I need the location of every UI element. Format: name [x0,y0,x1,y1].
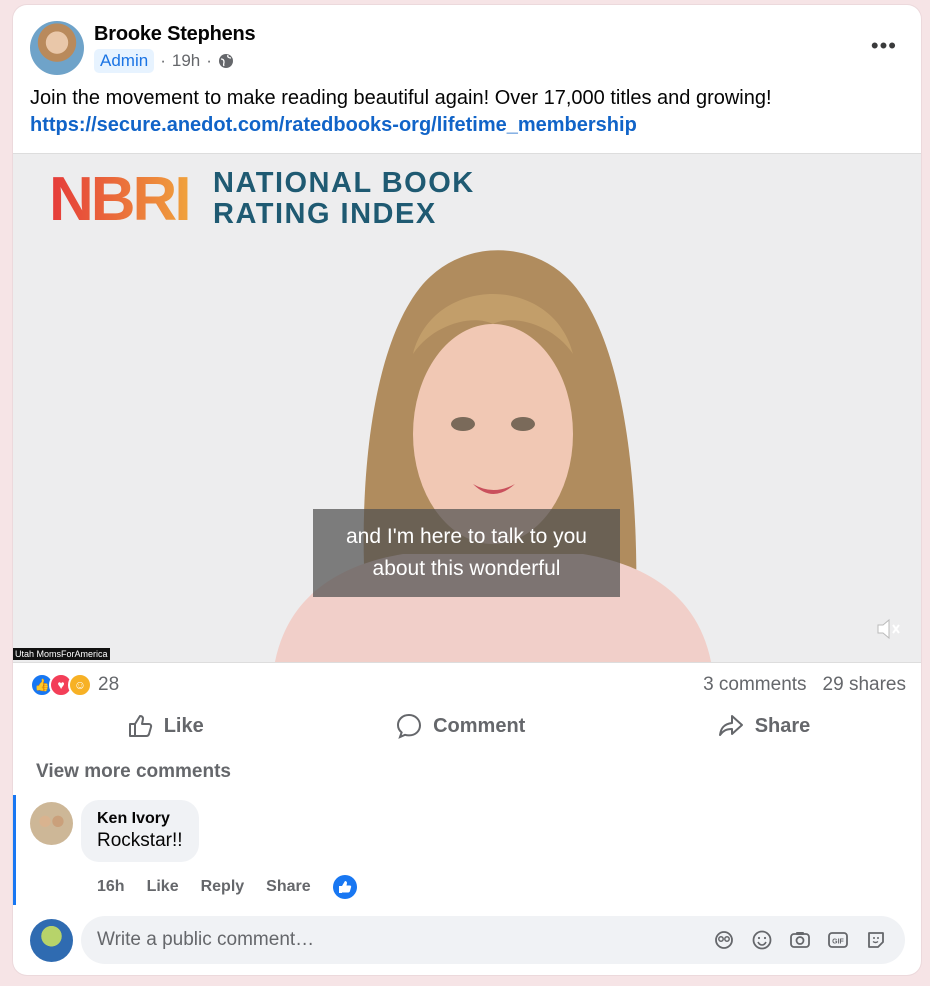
post-caption: Join the movement to make reading beauti… [30,85,900,139]
camera-icon[interactable] [787,927,813,953]
speaker-image [275,250,711,662]
subtitle-line-2: about this wonderful [372,557,561,580]
comment-input-box[interactable]: GIF [81,916,905,964]
reactions-row: 👍 ♥ ☺ 28 3 comments 29 shares [30,671,906,699]
avatar-sticker-icon[interactable] [711,927,737,953]
post-time[interactable]: 19h [172,51,200,71]
like-label: Like [163,714,204,737]
comment-text: Rockstar!! [97,830,183,851]
like-button[interactable]: Like [86,708,244,744]
logo-line-2: RATING INDEX [213,198,437,230]
share-button[interactable]: Share [677,708,851,744]
separator-dot: · [206,51,212,70]
reactions-count: 28 [98,674,120,695]
comment-time[interactable]: 16h [97,878,125,896]
comment-bubble: Ken Ivory Rockstar!! [81,800,199,862]
video-watermark: Utah MomsForAmerica [13,648,110,660]
comment-highlight-bar [13,795,16,905]
thumbs-up-icon [128,715,152,737]
comment-like-reaction-icon[interactable] [332,875,357,899]
commenter-avatar[interactable] [30,802,73,845]
emoji-icon[interactable] [749,927,775,953]
post-card: Brooke Stephens Admin · 19h · ••• Join t… [13,5,921,975]
caption-link[interactable]: https://secure.anedot.com/ratedbooks-org… [30,114,637,136]
comment-bubble-icon [397,713,422,739]
current-user-avatar[interactable] [30,919,73,962]
mute-icon[interactable] [873,614,903,644]
more-options-icon[interactable]: ••• [871,33,897,59]
video-subtitle: and I'm here to talk to you about this w… [313,509,620,597]
sticker-icon[interactable] [863,927,889,953]
comment-button[interactable]: Comment [355,708,565,744]
share-label: Share [754,714,811,737]
engagement-counts: 3 comments 29 shares [703,674,906,696]
nbri-logo: NBRI [49,165,192,234]
comment-actions: 16h Like Reply Share [97,875,357,899]
video-player[interactable]: NBRI NATIONAL BOOK RATING INDEX and I'm … [13,153,921,663]
view-more-comments[interactable]: View more comments [36,761,231,783]
post-meta: Admin · 19h · [94,49,234,73]
logo-line-1: NATIONAL BOOK [213,167,475,199]
caption-text: Join the movement to make reading beauti… [30,87,772,109]
gif-icon[interactable]: GIF [825,927,851,953]
nbri-logo-text: NATIONAL BOOK RATING INDEX [213,168,475,230]
comment-share-button[interactable]: Share [266,878,310,896]
reaction-summary[interactable]: 👍 ♥ ☺ 28 [30,673,119,697]
reaction-icon-stack: 👍 ♥ ☺ [30,673,92,697]
author-avatar[interactable] [30,21,84,75]
comment-input[interactable] [97,929,711,951]
shares-count[interactable]: 29 shares [823,674,906,696]
post-actions: Like Comment Share [30,705,906,747]
care-reaction-icon: ☺ [68,673,92,697]
share-arrow-icon [718,715,743,736]
comment-reply-button[interactable]: Reply [201,878,245,896]
comment-label: Comment [433,714,526,737]
comments-count[interactable]: 3 comments [703,674,806,696]
subtitle-line-1: and I'm here to talk to you [346,525,587,548]
comment-like-button[interactable]: Like [147,878,179,896]
separator-dot: · [160,51,166,70]
comment-input-icons: GIF [711,927,889,953]
admin-badge[interactable]: Admin [94,49,155,73]
globe-icon [218,54,233,68]
svg-text:GIF: GIF [832,939,844,946]
commenter-name[interactable]: Ken Ivory [97,810,183,828]
author-name[interactable]: Brooke Stephens [94,23,256,46]
